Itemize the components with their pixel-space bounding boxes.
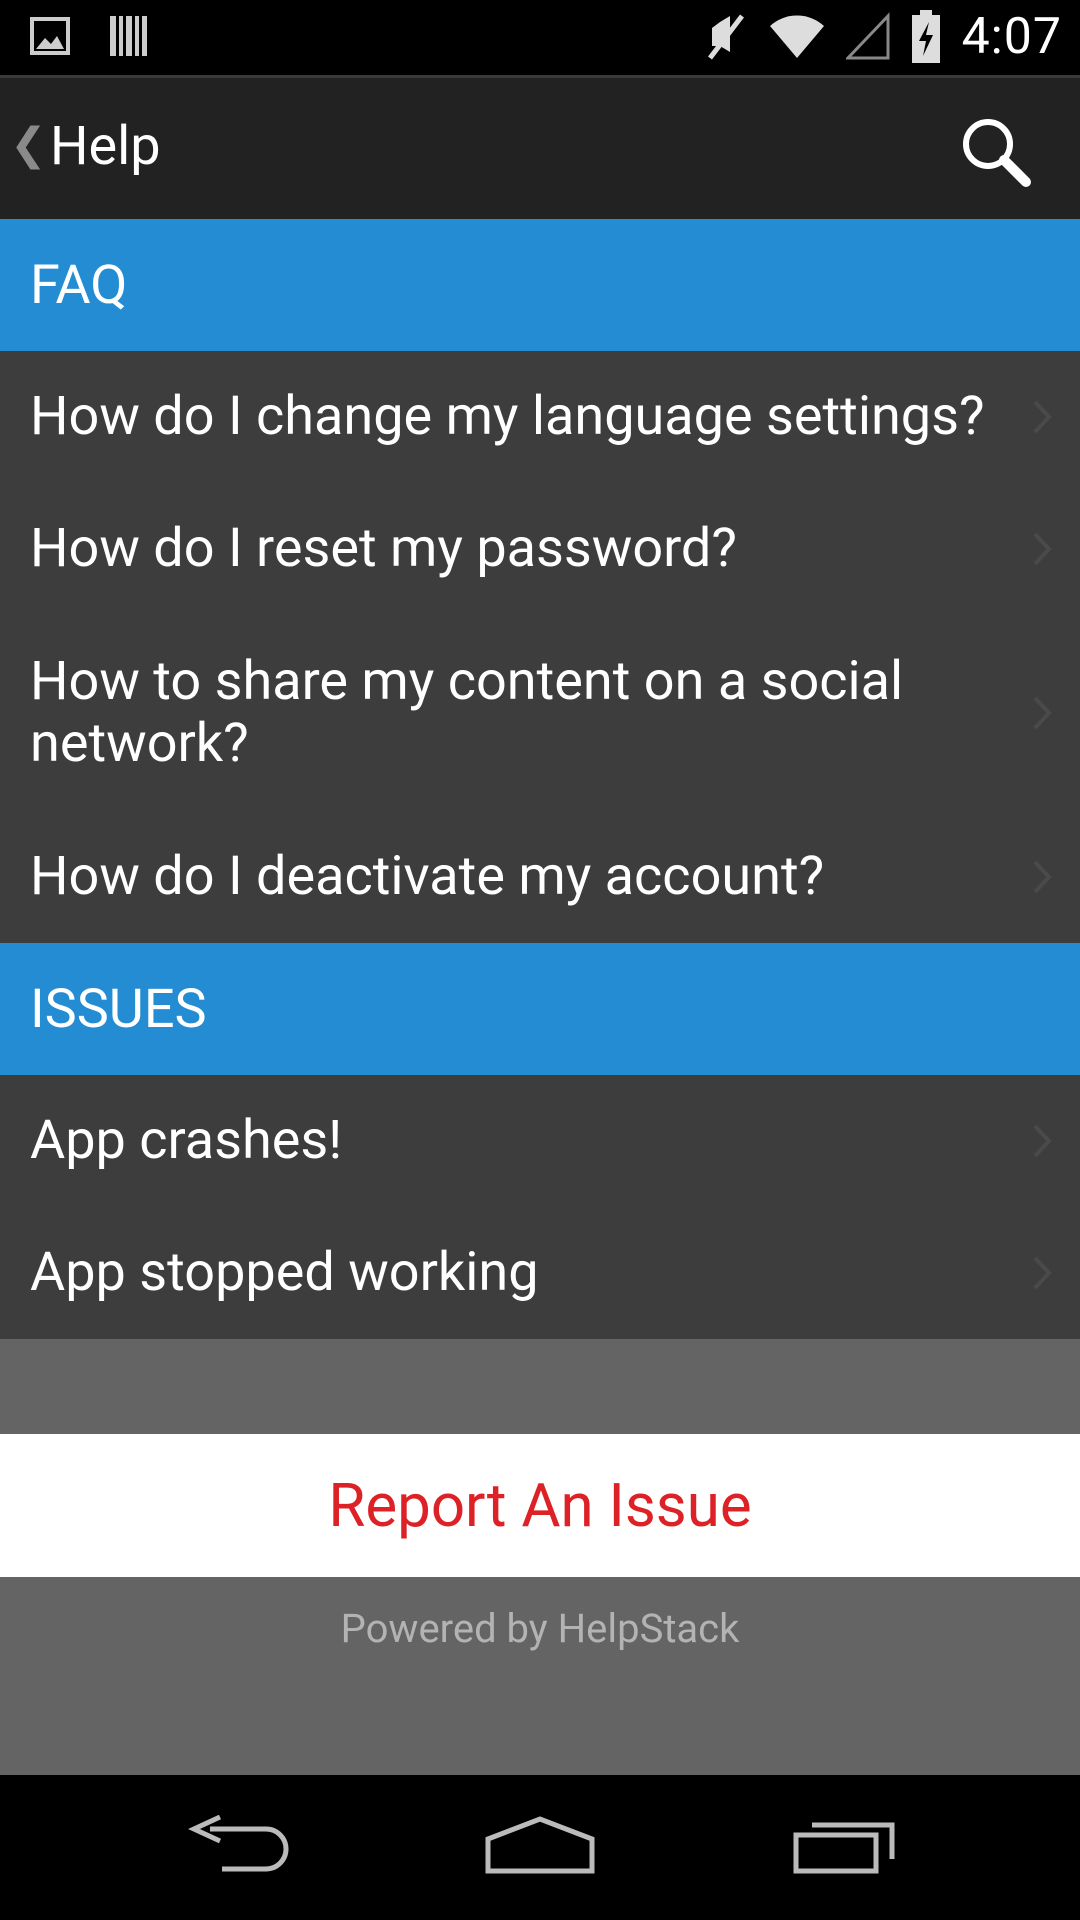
issue-item[interactable]: App crashes! [0, 1075, 1080, 1207]
signal-icon [845, 12, 890, 60]
footer: Powered by HelpStack [0, 1577, 1080, 1775]
faq-item[interactable]: How do I deactivate my account? [0, 811, 1080, 943]
section-header-issues: ISSUES [0, 943, 1080, 1075]
chevron-right-icon [1033, 696, 1052, 730]
clock: 4:07 [961, 8, 1062, 66]
gallery-icon [30, 17, 70, 55]
barcode-icon [110, 16, 147, 56]
faq-item-label: How do I deactivate my account? [30, 845, 825, 908]
battery-charging-icon [911, 10, 940, 63]
section-header-faq: FAQ [0, 219, 1080, 351]
chevron-left-icon[interactable]: ❮ [10, 122, 47, 166]
search-icon[interactable] [958, 114, 1034, 190]
chevron-right-icon [1033, 860, 1052, 894]
report-issue-button[interactable]: Report An Issue [0, 1434, 1080, 1577]
issue-item-label: App stopped working [30, 1241, 539, 1304]
faq-item[interactable]: How to share my content on a social netw… [0, 615, 1080, 811]
powered-by-label: Powered by HelpStack [340, 1605, 740, 1652]
faq-item-label: How do I change my language settings? [30, 385, 985, 448]
navigation-bar [0, 1775, 1080, 1920]
chevron-right-icon [1033, 532, 1052, 566]
back-icon[interactable] [188, 1815, 292, 1875]
list-spacer [0, 1339, 1080, 1434]
status-bar: 4:07 [0, 0, 1080, 75]
chevron-right-icon [1033, 1256, 1052, 1290]
faq-item-label: How to share my content on a social netw… [30, 650, 904, 775]
issue-item[interactable]: App stopped working [0, 1207, 1080, 1339]
chevron-right-icon [1033, 1124, 1052, 1158]
wifi-icon [769, 15, 824, 58]
faq-item[interactable]: How do I reset my password? [0, 483, 1080, 615]
home-icon[interactable] [484, 1815, 596, 1875]
faq-item-label: How do I reset my password? [30, 517, 737, 580]
mute-icon [707, 14, 744, 60]
faq-item[interactable]: How do I change my language settings? [0, 351, 1080, 483]
issue-item-label: App crashes! [30, 1109, 343, 1172]
action-bar: ❮ Help [0, 75, 1080, 219]
page-title[interactable]: Help [50, 112, 161, 182]
help-list: FAQ How do I change my language settings… [0, 219, 1080, 1339]
recent-apps-icon[interactable] [792, 1815, 896, 1875]
chevron-right-icon [1033, 400, 1052, 434]
